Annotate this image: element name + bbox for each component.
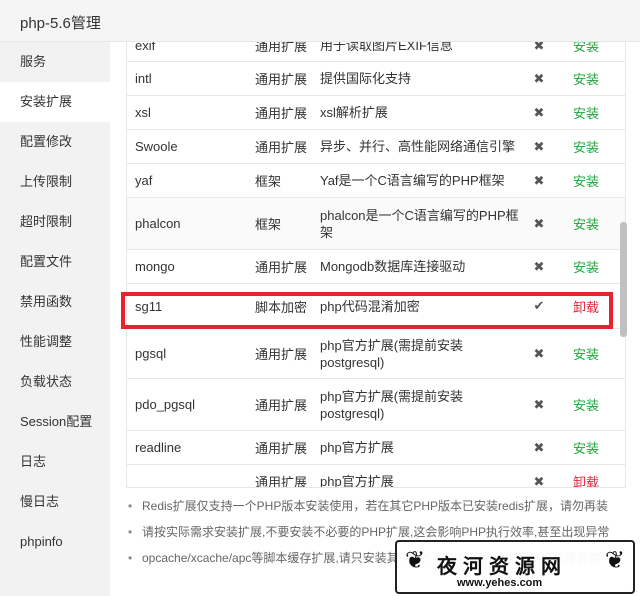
- install-button[interactable]: 安装: [573, 164, 613, 197]
- uninstall-button[interactable]: 卸载: [573, 465, 613, 487]
- extension-name: Swoole: [135, 139, 178, 154]
- sidebar-item-slow-log[interactable]: 慢日志: [0, 482, 110, 522]
- extension-name: pdo_pgsql: [135, 397, 195, 412]
- table-row: yaf 框架 Yaf是一个C语言编写的PHP框架 ✖ 安装: [127, 164, 625, 198]
- sidebar: 服务 安装扩展 配置修改 上传限制 超时限制 配置文件 禁用函数 性能调整 负载…: [0, 42, 110, 596]
- x-icon: ✖: [533, 396, 545, 412]
- extension-type: 脚本加密: [255, 299, 308, 315]
- x-icon: ✖: [533, 70, 545, 86]
- extension-type: 通用扩展: [255, 106, 308, 121]
- window-titlebar: php-5.6管理: [0, 0, 640, 42]
- extensions-table: exif 通用扩展 用于读取图片EXIF信息 ✖ 安装 intl 通用扩展 提供…: [126, 42, 626, 488]
- extension-desc: php官方扩展(需提前安装postgresql): [320, 337, 464, 370]
- extension-name: intl: [135, 71, 152, 86]
- extension-desc: php官方扩展(需提前安装postgresql): [320, 388, 464, 421]
- extension-type: 通用扩展: [255, 347, 308, 362]
- extension-desc: Mongodb数据库连接驱动: [320, 259, 466, 274]
- table-row: mongo 通用扩展 Mongodb数据库连接驱动 ✖ 安装: [127, 250, 625, 284]
- table-row: Swoole 通用扩展 异步、并行、高性能网络通信引擎 ✖ 安装: [127, 130, 625, 164]
- table-scrollbar[interactable]: [620, 222, 627, 337]
- table-row: sg11 脚本加密 php代码混淆加密 ✔ 卸载: [127, 284, 625, 329]
- sidebar-item-upload-limit[interactable]: 上传限制: [0, 162, 110, 202]
- extension-name: yaf: [135, 173, 153, 188]
- extension-type: 通用扩展: [255, 475, 308, 488]
- table-row: exif 通用扩展 用于读取图片EXIF信息 ✖ 安装: [127, 42, 625, 62]
- install-button[interactable]: 安装: [573, 130, 613, 163]
- sidebar-item-disabled-functions[interactable]: 禁用函数: [0, 282, 110, 322]
- extension-type: 通用扩展: [255, 441, 308, 456]
- install-button[interactable]: 安装: [573, 379, 613, 430]
- table-row: phalcon 框架 phalcon是一个C语言编写的PHP框架 ✖ 安装: [127, 198, 625, 250]
- sidebar-item-session-config[interactable]: Session配置: [0, 402, 110, 442]
- extension-type: 通用扩展: [255, 42, 308, 54]
- x-icon: ✖: [533, 172, 545, 188]
- table-row: pdo_pgsql 通用扩展 php官方扩展(需提前安装postgresql) …: [127, 379, 625, 431]
- x-icon: ✖: [533, 258, 545, 274]
- sidebar-item-phpinfo[interactable]: phpinfo: [0, 522, 110, 562]
- extension-name: sg11: [135, 298, 163, 314]
- install-button[interactable]: 安装: [573, 198, 613, 249]
- extension-desc: 异步、并行、高性能网络通信引擎: [320, 139, 516, 154]
- install-button[interactable]: 安装: [573, 431, 613, 464]
- sidebar-item-log[interactable]: 日志: [0, 442, 110, 482]
- extension-name: phalcon: [135, 216, 181, 231]
- extension-type: 框架: [255, 217, 282, 232]
- note-item: Redis扩展仅支持一个PHP版本安装使用，若在其它PHP版本已安装redis扩…: [124, 498, 624, 524]
- install-button[interactable]: 安装: [573, 62, 613, 95]
- x-icon: ✖: [533, 42, 545, 53]
- sidebar-item-config-file[interactable]: 配置文件: [0, 242, 110, 282]
- install-button[interactable]: 安装: [573, 96, 613, 129]
- extension-name: readline: [135, 440, 182, 455]
- check-icon: ✔: [533, 298, 545, 313]
- extension-name: exif: [135, 42, 156, 53]
- extension-name: [135, 465, 245, 487]
- extension-desc: Yaf是一个C语言编写的PHP框架: [320, 173, 505, 188]
- extension-name: mongo: [135, 259, 175, 274]
- extension-type: 框架: [255, 174, 282, 189]
- watermark-ornament-icon: ❦: [604, 547, 625, 574]
- extension-desc: xsl解析扩展: [320, 105, 388, 120]
- sidebar-item-install-extensions[interactable]: 安装扩展: [0, 82, 110, 122]
- sidebar-item-load-status[interactable]: 负载状态: [0, 362, 110, 402]
- extension-type: 通用扩展: [255, 398, 308, 413]
- sidebar-item-timeout-limit[interactable]: 超时限制: [0, 202, 110, 242]
- extension-name: xsl: [135, 105, 151, 120]
- extension-desc: 用于读取图片EXIF信息: [320, 42, 453, 53]
- extension-desc: php官方扩展: [320, 474, 394, 488]
- x-icon: ✖: [533, 138, 545, 154]
- table-row: xsl 通用扩展 xsl解析扩展 ✖ 安装: [127, 96, 625, 130]
- watermark: ❦ 夜河资源网 www.yehes.com ❦: [395, 540, 635, 594]
- extension-desc: phalcon是一个C语言编写的PHP框架: [320, 207, 519, 240]
- sidebar-item-performance[interactable]: 性能调整: [0, 322, 110, 362]
- watermark-ornament-icon: ❦: [405, 547, 426, 574]
- x-icon: ✖: [533, 439, 545, 455]
- extension-desc: php官方扩展: [320, 440, 394, 455]
- table-row: readline 通用扩展 php官方扩展 ✖ 安装: [127, 431, 625, 465]
- x-icon: ✖: [533, 215, 545, 231]
- extension-type: 通用扩展: [255, 140, 308, 155]
- extension-name: pgsql: [135, 346, 167, 361]
- install-button[interactable]: 安装: [573, 250, 613, 283]
- watermark-url: www.yehes.com: [457, 577, 543, 589]
- x-icon: ✖: [533, 104, 545, 120]
- sidebar-item-config-edit[interactable]: 配置修改: [0, 122, 110, 162]
- x-icon: ✖: [533, 345, 545, 361]
- extension-desc: php代码混淆加密: [320, 298, 420, 314]
- extension-type: 通用扩展: [255, 72, 308, 87]
- table-row: intl 通用扩展 提供国际化支持 ✖ 安装: [127, 62, 625, 96]
- sidebar-item-service[interactable]: 服务: [0, 42, 110, 82]
- watermark-text: 夜河资源网: [437, 554, 567, 578]
- install-button[interactable]: 安装: [573, 329, 613, 378]
- extension-type: 通用扩展: [255, 260, 308, 275]
- install-button[interactable]: 安装: [573, 42, 613, 61]
- uninstall-button[interactable]: 卸载: [573, 284, 613, 328]
- x-icon: ✖: [533, 473, 545, 488]
- window-title: php-5.6管理: [20, 15, 101, 32]
- table-row: pgsql 通用扩展 php官方扩展(需提前安装postgresql) ✖ 安装: [127, 329, 625, 379]
- extension-desc: 提供国际化支持: [320, 71, 412, 86]
- table-row: 通用扩展 php官方扩展 ✖ 卸载: [127, 465, 625, 488]
